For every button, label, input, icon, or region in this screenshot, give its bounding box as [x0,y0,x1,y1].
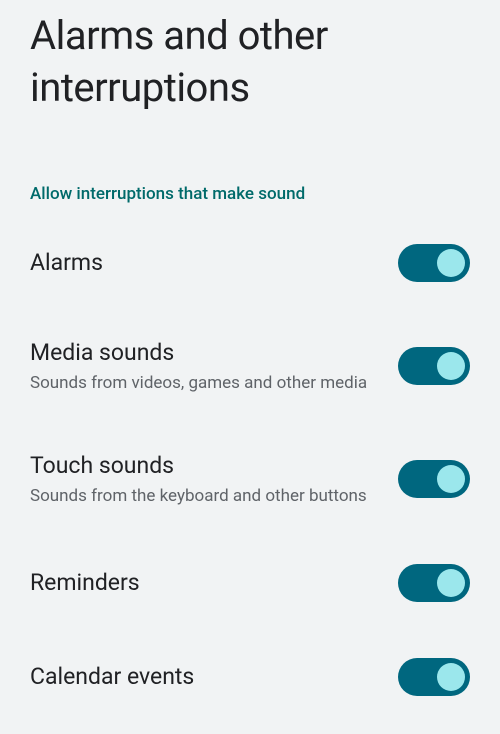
setting-text: Media sounds Sounds from videos, games a… [30,338,398,395]
setting-subtitle-media: Sounds from videos, games and other medi… [30,372,378,395]
setting-title-calendar: Calendar events [30,662,378,692]
setting-row-media[interactable]: Media sounds Sounds from videos, games a… [30,338,470,395]
setting-title-touch: Touch sounds [30,451,378,481]
section-header: Allow interruptions that make sound [30,184,470,204]
setting-row-calendar[interactable]: Calendar events [30,658,470,696]
setting-text: Alarms [30,248,398,278]
toggle-touch[interactable] [398,460,470,498]
setting-title-alarms: Alarms [30,248,378,278]
setting-title-reminders: Reminders [30,568,378,598]
page-title: Alarms and other interruptions [30,10,470,114]
setting-text: Calendar events [30,662,398,692]
setting-text: Reminders [30,568,398,598]
setting-row-touch[interactable]: Touch sounds Sounds from the keyboard an… [30,451,470,508]
toggle-alarms[interactable] [398,244,470,282]
toggle-calendar[interactable] [398,658,470,696]
setting-title-media: Media sounds [30,338,378,368]
setting-text: Touch sounds Sounds from the keyboard an… [30,451,398,508]
setting-row-reminders[interactable]: Reminders [30,564,470,602]
setting-subtitle-touch: Sounds from the keyboard and other butto… [30,485,378,508]
setting-row-alarms[interactable]: Alarms [30,244,470,282]
toggle-reminders[interactable] [398,564,470,602]
toggle-media[interactable] [398,347,470,385]
